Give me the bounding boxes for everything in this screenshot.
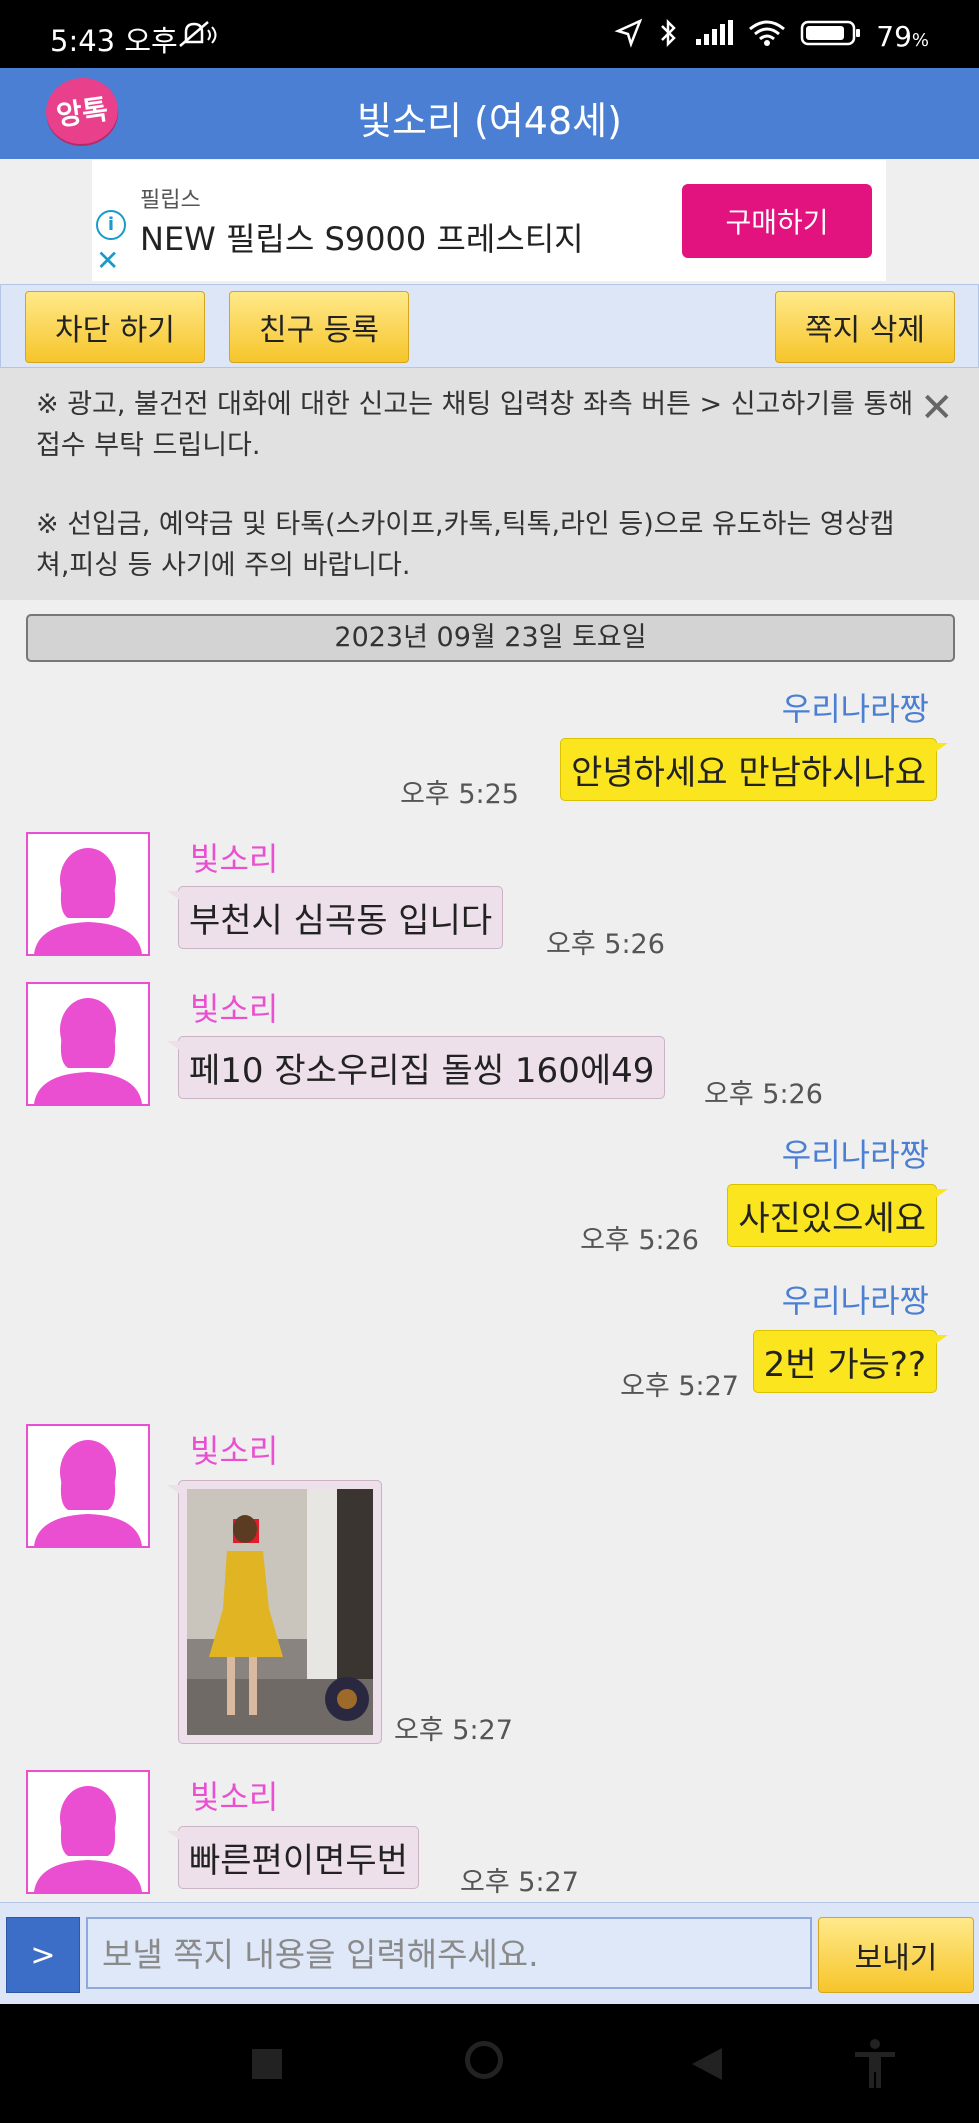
system-nav-bar xyxy=(0,2004,979,2123)
chat-title: 빛소리 (여48세) xyxy=(357,99,622,143)
notice-box: ※ 광고, 불건전 대화에 대한 신고는 채팅 입력창 좌측 버튼 > 신고하기… xyxy=(0,368,979,600)
delete-message-button[interactable]: 쪽지 삭제 xyxy=(775,291,955,363)
notice-report: ※ 광고, 불건전 대화에 대한 신고는 채팅 입력창 좌측 버튼 > 신고하기… xyxy=(36,389,914,461)
ad-product: NEW 필립스 S9000 프레스티지 xyxy=(140,220,584,258)
message-time: 오후 5:26 xyxy=(580,1225,699,1256)
block-button[interactable]: 차단 하기 xyxy=(25,291,205,363)
message-bubble[interactable]: 페10 장소우리집 돌씽 160에49 xyxy=(166,1036,666,1099)
message-time: 오후 5:27 xyxy=(620,1371,739,1402)
app-header: 앙톡 빛소리 (여48세) xyxy=(0,68,979,159)
accessibility-icon[interactable] xyxy=(852,2038,898,2090)
message-time: 오후 5:25 xyxy=(400,779,519,810)
location-icon xyxy=(614,18,644,55)
ad-brand: 필립스 xyxy=(140,188,201,213)
status-time: 5:43 오후 xyxy=(50,24,178,58)
signal-icon xyxy=(694,19,734,54)
action-bar: 차단 하기 친구 등록 쪽지 삭제 xyxy=(0,284,979,368)
message-time: 오후 5:26 xyxy=(704,1079,823,1110)
sender-name: 빛소리 xyxy=(190,990,279,1028)
mute-icon xyxy=(178,20,220,54)
message-bubble[interactable]: 2번 가능?? xyxy=(752,1330,949,1393)
sender-name: 우리나라짱 xyxy=(781,690,929,728)
avatar[interactable] xyxy=(26,1770,150,1894)
sender-name: 우리나라짱 xyxy=(781,1282,929,1320)
sender-name: 빛소리 xyxy=(190,1778,279,1816)
avatar[interactable] xyxy=(26,982,150,1106)
message-bubble[interactable]: 사진있으세요 xyxy=(727,1184,948,1247)
battery-icon xyxy=(800,19,862,54)
message-bubble[interactable]: 안녕하세요 만남하시나요 xyxy=(560,738,948,801)
message-bubble[interactable]: 부천시 심곡동 입니다 xyxy=(166,886,504,949)
send-button[interactable]: 보내기 xyxy=(818,1917,974,1993)
avatar[interactable] xyxy=(26,832,150,956)
ad-buy-button[interactable]: 구매하기 xyxy=(682,184,872,258)
sender-name: 우리나라짱 xyxy=(781,1136,929,1174)
message-input-bar: > 보낼 쪽지 내용을 입력해주세요. 보내기 xyxy=(0,1902,979,2005)
ad-info-icon[interactable]: i xyxy=(96,210,126,240)
sender-name: 빛소리 xyxy=(190,840,279,878)
sender-name: 빛소리 xyxy=(190,1432,279,1470)
recents-icon[interactable] xyxy=(252,2049,282,2079)
message-time: 오후 5:27 xyxy=(394,1715,513,1746)
battery-percent: 79 xyxy=(876,20,912,53)
avatar[interactable] xyxy=(26,1424,150,1548)
back-icon[interactable] xyxy=(690,2046,724,2082)
ad-banner[interactable]: i ✕ 필립스 NEW 필립스 S9000 프레스티지 구매하기 xyxy=(92,160,886,281)
home-icon[interactable] xyxy=(465,2041,503,2079)
notice-fraud: ※ 선입금, 예약금 및 타톡(스카이프,카톡,틱톡,라인 등)으로 유도하는 … xyxy=(36,509,895,581)
wifi-icon xyxy=(748,19,786,54)
message-time: 오후 5:26 xyxy=(546,929,665,960)
add-friend-button[interactable]: 친구 등록 xyxy=(229,291,409,363)
notice-close-icon[interactable]: ✕ xyxy=(920,388,954,429)
photo-message[interactable] xyxy=(167,1480,382,1744)
status-bar: 5:43 오후 79% xyxy=(0,0,979,68)
ad-close-icon[interactable]: ✕ xyxy=(96,244,119,277)
menu-button[interactable]: > xyxy=(6,1917,80,1993)
message-time: 오후 5:27 xyxy=(460,1867,579,1898)
mirror-selfie-photo[interactable] xyxy=(187,1489,373,1735)
message-input[interactable]: 보낼 쪽지 내용을 입력해주세요. xyxy=(86,1917,812,1989)
message-bubble[interactable]: 빠른편이면두번 xyxy=(167,1826,419,1889)
date-divider: 2023년 09월 23일 토요일 xyxy=(26,614,955,662)
bluetooth-icon xyxy=(658,18,680,55)
